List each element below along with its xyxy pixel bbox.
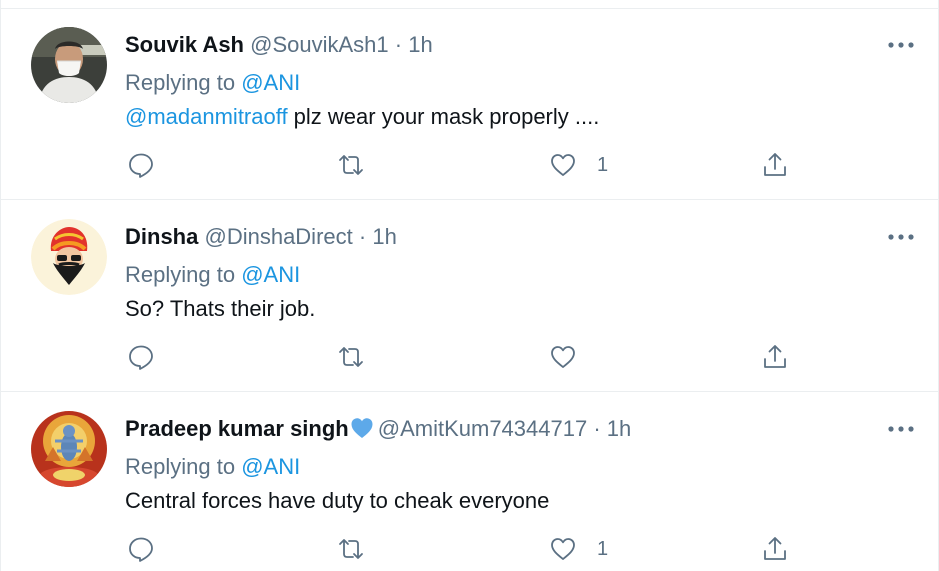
like-count: 1 bbox=[597, 153, 609, 176]
display-name[interactable]: Dinsha bbox=[125, 224, 198, 249]
timestamp[interactable]: 1h bbox=[408, 32, 432, 57]
retweet-button[interactable] bbox=[337, 342, 365, 372]
replying-to-mention[interactable]: @ANI bbox=[241, 454, 300, 479]
reply-icon bbox=[129, 537, 153, 562]
tweet-actions: 1 bbox=[125, 534, 825, 564]
separator-dot: · bbox=[394, 32, 403, 57]
tweet-actions: 1 bbox=[125, 150, 825, 180]
share-button[interactable] bbox=[761, 342, 789, 372]
tweet[interactable]: Pradeep kumar singh @AmitKum74344717 · 1h… bbox=[1, 392, 938, 571]
replying-to-mention[interactable]: @ANI bbox=[241, 262, 300, 287]
share-icon bbox=[764, 153, 786, 176]
reply-button[interactable] bbox=[127, 150, 155, 180]
tweet-text: So? Thats their job. bbox=[125, 296, 315, 322]
reply-icon bbox=[129, 345, 153, 370]
user-handle[interactable]: @DinshaDirect bbox=[204, 224, 352, 249]
retweet-icon bbox=[339, 347, 363, 367]
replying-to-label: Replying to bbox=[125, 262, 236, 287]
reply-button[interactable] bbox=[127, 534, 155, 564]
tweet-text: Central forces have duty to cheak everyo… bbox=[125, 488, 549, 514]
tweet-text: @madanmitraoff plz wear your mask proper… bbox=[125, 104, 599, 130]
like-button[interactable] bbox=[549, 342, 577, 372]
timestamp[interactable]: 1h bbox=[607, 416, 631, 441]
display-name[interactable]: Pradeep kumar singh bbox=[125, 416, 349, 441]
deity-image-avatar-icon bbox=[31, 411, 107, 487]
user-handle[interactable]: @AmitKum74344717 bbox=[378, 416, 587, 441]
body-text: So? Thats their job. bbox=[125, 296, 316, 321]
body-text: plz wear your mask properly .... bbox=[287, 104, 600, 129]
timestamp[interactable]: 1h bbox=[372, 224, 396, 249]
reply-button[interactable] bbox=[127, 342, 155, 372]
avatar[interactable] bbox=[31, 411, 107, 487]
retweet-icon bbox=[339, 155, 363, 175]
share-button[interactable] bbox=[761, 534, 789, 564]
retweet-button[interactable] bbox=[337, 534, 365, 564]
replying-to-line: Replying to @ANI bbox=[125, 454, 300, 480]
heart-icon bbox=[551, 346, 575, 368]
retweet-icon bbox=[339, 539, 363, 559]
replying-to-mention[interactable]: @ANI bbox=[241, 70, 300, 95]
more-options-icon[interactable] bbox=[886, 422, 916, 436]
heart-icon bbox=[551, 538, 575, 560]
tweet[interactable]: Dinsha @DinshaDirect · 1h Replying to @A… bbox=[1, 200, 938, 392]
tweet-actions bbox=[125, 342, 825, 372]
replying-to-label: Replying to bbox=[125, 454, 236, 479]
body-text: Central forces have duty to cheak everyo… bbox=[125, 488, 550, 513]
more-options-icon[interactable] bbox=[886, 230, 916, 244]
share-icon bbox=[764, 345, 786, 368]
retweet-button[interactable] bbox=[337, 150, 365, 180]
separator-dot: · bbox=[358, 224, 367, 249]
reply-feed: Souvik Ash @SouvikAsh1 · 1h Replying to … bbox=[0, 0, 939, 571]
replying-to-line: Replying to @ANI bbox=[125, 70, 300, 96]
separator-dot: · bbox=[593, 416, 601, 441]
display-name[interactable]: Souvik Ash bbox=[125, 32, 244, 57]
user-handle[interactable]: @SouvikAsh1 bbox=[250, 32, 389, 57]
avatar[interactable] bbox=[31, 219, 107, 295]
person-with-mask-avatar-icon bbox=[31, 27, 107, 103]
reply-icon bbox=[129, 153, 153, 178]
tweet-header: Souvik Ash @SouvikAsh1 · 1h bbox=[125, 32, 433, 58]
share-icon bbox=[764, 537, 786, 560]
like-button[interactable]: 1 bbox=[549, 150, 608, 180]
heart-icon bbox=[551, 154, 575, 176]
tweet[interactable]: Souvik Ash @SouvikAsh1 · 1h Replying to … bbox=[1, 8, 938, 200]
replying-to-label: Replying to bbox=[125, 70, 236, 95]
blue-heart-icon bbox=[351, 418, 373, 438]
like-count: 1 bbox=[597, 537, 609, 560]
replying-to-line: Replying to @ANI bbox=[125, 262, 300, 288]
tweet-header: Dinsha @DinshaDirect · 1h bbox=[125, 224, 397, 250]
more-options-icon[interactable] bbox=[886, 38, 916, 52]
turban-cartoon-avatar-icon bbox=[31, 219, 107, 295]
tweet-header: Pradeep kumar singh @AmitKum74344717 · 1h bbox=[125, 416, 631, 442]
body-mention[interactable]: @madanmitraoff bbox=[125, 104, 288, 129]
share-button[interactable] bbox=[761, 150, 789, 180]
like-button[interactable]: 1 bbox=[549, 534, 608, 564]
avatar[interactable] bbox=[31, 27, 107, 103]
